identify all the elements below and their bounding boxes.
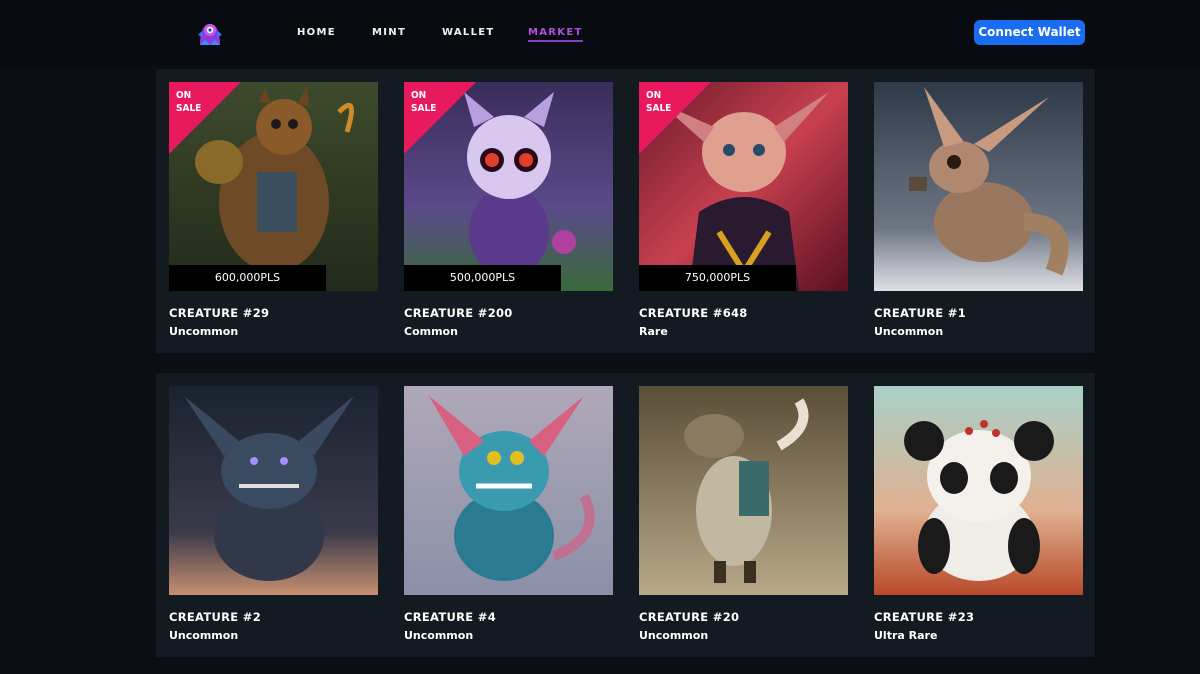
creature-image[interactable]: ON SALE 600,000PLS xyxy=(169,82,378,291)
connect-wallet-button[interactable]: Connect Wallet xyxy=(974,20,1085,45)
nav-home[interactable]: HOME xyxy=(297,27,336,38)
creature-title: CREATURE #2 xyxy=(169,610,261,624)
creature-card[interactable]: CREATURE #20 Uncommon xyxy=(639,386,848,642)
creature-title: CREATURE #29 xyxy=(169,306,270,320)
creature-image[interactable] xyxy=(169,386,378,595)
price-label: 500,000PLS xyxy=(404,265,561,291)
creature-title: CREATURE #200 xyxy=(404,306,513,320)
creature-rarity: Rare xyxy=(639,325,668,338)
creature-card[interactable]: CREATURE #4 Uncommon xyxy=(404,386,613,642)
creature-rarity: Uncommon xyxy=(169,629,239,642)
creature-title: CREATURE #1 xyxy=(874,306,966,320)
creature-card[interactable]: CREATURE #1 Uncommon xyxy=(874,82,1083,338)
creature-image[interactable] xyxy=(404,386,613,595)
creature-card[interactable]: ON SALE 600,000PLS CREATURE #29 Uncommon xyxy=(169,82,378,338)
creature-rarity: Uncommon xyxy=(404,629,474,642)
nav-wallet[interactable]: WALLET xyxy=(442,27,495,38)
market-row-2: CREATURE #2 Uncommon CREATURE #4 Uncommo… xyxy=(156,373,1095,657)
creature-rarity: Uncommon xyxy=(874,325,944,338)
on-sale-ribbon: ON SALE xyxy=(404,82,476,154)
creature-title: CREATURE #23 xyxy=(874,610,975,624)
creature-title: CREATURE #648 xyxy=(639,306,748,320)
creature-rarity: Uncommon xyxy=(639,629,709,642)
price-label: 600,000PLS xyxy=(169,265,326,291)
creature-title: CREATURE #20 xyxy=(639,610,740,624)
nav-mint[interactable]: MINT xyxy=(372,27,406,38)
creature-rarity: Ultra Rare xyxy=(874,629,938,642)
creature-title: CREATURE #4 xyxy=(404,610,496,624)
creature-card[interactable]: ON SALE 500,000PLS CREATURE #200 Common xyxy=(404,82,613,338)
on-sale-ribbon: ON SALE xyxy=(639,82,711,154)
creature-rarity: Uncommon xyxy=(169,325,239,338)
market-row-1: ON SALE 600,000PLS CREATURE #29 Uncommon … xyxy=(156,69,1095,353)
creature-image[interactable]: ON SALE 750,000PLS xyxy=(639,82,848,291)
creature-image[interactable] xyxy=(639,386,848,595)
creature-card[interactable]: ON SALE 750,000PLS CREATURE #648 Rare xyxy=(639,82,848,338)
creature-rarity: Common xyxy=(404,325,458,338)
price-label: 750,000PLS xyxy=(639,265,796,291)
top-navbar: HOME MINT WALLET MARKET Connect Wallet xyxy=(0,0,1200,66)
logo-icon[interactable] xyxy=(196,19,224,47)
creature-card[interactable]: CREATURE #2 Uncommon xyxy=(169,386,378,642)
creature-image[interactable]: ON SALE 500,000PLS xyxy=(404,82,613,291)
creature-card[interactable]: CREATURE #23 Ultra Rare xyxy=(874,386,1083,642)
creature-image[interactable] xyxy=(874,386,1083,595)
nav-market[interactable]: MARKET xyxy=(528,27,583,42)
on-sale-ribbon: ON SALE xyxy=(169,82,241,154)
creature-image[interactable] xyxy=(874,82,1083,291)
